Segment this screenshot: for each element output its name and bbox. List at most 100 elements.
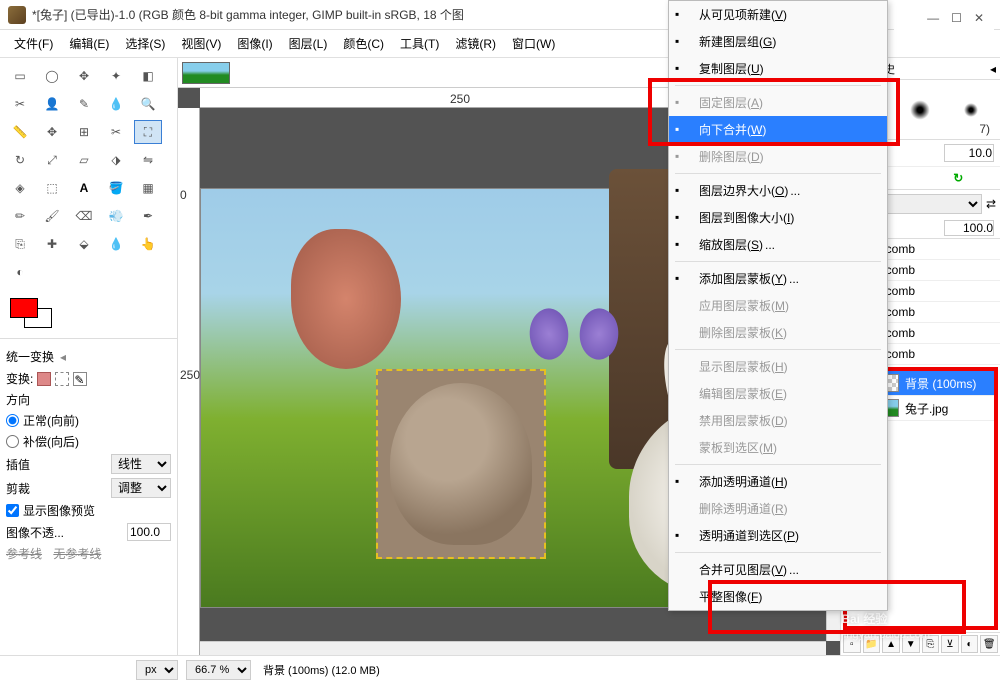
bucket-fill-tool[interactable]: 🪣 — [102, 176, 130, 200]
interpolation-select[interactable]: 线性 — [111, 454, 171, 474]
unified-transform-tool[interactable]: ⛶ — [134, 120, 162, 144]
layer-name: 背景 (100ms) — [905, 375, 976, 392]
gradient-tool[interactable]: ▦ — [134, 176, 162, 200]
rect-select-tool[interactable]: ▭ — [6, 64, 34, 88]
maximize-button[interactable]: ☐ — [951, 11, 962, 25]
context-menu-item[interactable]: ▪添加图层蒙板(Y)... — [669, 265, 887, 292]
menu-file[interactable]: 文件(F) — [8, 31, 59, 56]
minimize-button[interactable]: — — [927, 11, 939, 25]
paintbrush-tool[interactable]: 🖌 — [38, 204, 66, 228]
blur-tool[interactable]: 💧 — [102, 232, 130, 256]
context-menu-item[interactable]: ▪复制图层(U) — [669, 55, 887, 82]
airbrush-tool[interactable]: 💨 — [102, 204, 130, 228]
rotate-tool[interactable]: ↻ — [6, 148, 34, 172]
clone-tool[interactable]: ⎘ — [6, 232, 34, 256]
transform-path-icon[interactable]: ✎ — [73, 372, 87, 386]
clipping-select[interactable]: 调整 — [111, 478, 171, 498]
text-tool[interactable]: A — [70, 176, 98, 200]
layer-down-button[interactable]: ▼ — [902, 635, 920, 653]
brush-dot-icon[interactable] — [911, 100, 931, 120]
context-menu-item[interactable]: ▪透明通道到选区(P) — [669, 522, 887, 549]
smudge-tool[interactable]: 👆 — [134, 232, 162, 256]
menu-layer[interactable]: 图层(L) — [283, 31, 334, 56]
zoom-tool[interactable]: 🔍 — [134, 92, 162, 116]
menu-view[interactable]: 视图(V) — [175, 31, 227, 56]
context-menu-item[interactable]: ▪图层到图像大小(I) — [669, 204, 887, 231]
perspective-clone-tool[interactable]: ⬙ — [70, 232, 98, 256]
color-picker-tool[interactable]: 💧 — [102, 92, 130, 116]
perspective-tool[interactable]: ⬗ — [102, 148, 130, 172]
crop-tool[interactable]: ✂ — [102, 120, 130, 144]
menu-select[interactable]: 选择(S) — [119, 31, 171, 56]
transform-sel-icon[interactable] — [55, 372, 69, 386]
alpha-icon: ▪ — [675, 474, 691, 490]
layer-opacity-field[interactable] — [944, 220, 994, 236]
menu-edit[interactable]: 编辑(E) — [63, 31, 115, 56]
context-menu-item[interactable]: ▪图层边界大小(O)... — [669, 177, 887, 204]
image-opacity-field[interactable] — [127, 523, 171, 541]
menu-separator — [675, 261, 881, 262]
menu-colors[interactable]: 颜色(C) — [337, 31, 390, 56]
context-menu-item[interactable]: ▪添加透明通道(H) — [669, 468, 887, 495]
zoom-select[interactable]: 66.7 % — [186, 660, 251, 680]
foreground-color[interactable] — [10, 298, 38, 318]
close-button[interactable]: ✕ — [974, 11, 984, 25]
move-tool[interactable]: ✥ — [38, 120, 66, 144]
new-layer-button[interactable]: ▫ — [843, 635, 861, 653]
merge-down-button[interactable]: ⊻ — [941, 635, 959, 653]
scissors-tool[interactable]: ✂ — [6, 92, 34, 116]
warp-tool[interactable]: ⬚ — [38, 176, 66, 200]
align-tool[interactable]: ⊞ — [70, 120, 98, 144]
pencil-tool[interactable]: ✏ — [6, 204, 34, 228]
image-tab-thumb[interactable] — [182, 62, 230, 84]
menu-image[interactable]: 图像(I) — [231, 31, 278, 56]
cage-tool[interactable]: ◈ — [6, 176, 34, 200]
brush-size-field[interactable] — [944, 144, 994, 162]
transform-layer-icon[interactable] — [37, 372, 51, 386]
context-menu-item[interactable]: ▪缩放图层(S)... — [669, 231, 887, 258]
refresh-icon[interactable]: ↻ — [953, 171, 963, 185]
direction-normal-radio[interactable] — [6, 414, 19, 427]
ellipse-select-tool[interactable]: ◯ — [38, 64, 66, 88]
duplicate-layer-button[interactable]: ⎘ — [922, 635, 940, 653]
scale-tool[interactable]: ⤢ — [38, 148, 66, 172]
direction-corrective-radio[interactable] — [6, 435, 19, 448]
mode-switch-icon[interactable]: ⇄ — [986, 197, 996, 211]
panel-menu-icon[interactable]: ◂ — [60, 350, 66, 364]
eraser-tool[interactable]: ⌫ — [70, 204, 98, 228]
layer-buttons: ▫ 📁 ▲ ▼ ⎘ ⊻ ◐ 🗑 — [841, 632, 1000, 655]
menu-tools[interactable]: 工具(T) — [394, 31, 445, 56]
context-menu-item[interactable]: 平整图像(F) — [669, 583, 887, 610]
show-preview-checkbox[interactable] — [6, 504, 19, 517]
mask-button[interactable]: ◐ — [961, 635, 979, 653]
menu-filters[interactable]: 滤镜(R) — [449, 31, 502, 56]
new-group-button[interactable]: 📁 — [863, 635, 881, 653]
flip-tool[interactable]: ⇋ — [134, 148, 162, 172]
paths-tool[interactable]: ✎ — [70, 92, 98, 116]
context-menu-item[interactable]: ▪从可见项新建(V) — [669, 1, 887, 28]
foreground-select-tool[interactable]: 👤 — [38, 92, 66, 116]
unit-select[interactable]: px — [136, 660, 178, 680]
delete-layer-button[interactable]: 🗑 — [980, 635, 998, 653]
measure-tool[interactable]: 📏 — [6, 120, 34, 144]
layer-up-button[interactable]: ▲ — [882, 635, 900, 653]
color-swatches[interactable] — [0, 294, 177, 338]
context-menu-item[interactable]: ▪新建图层组(G) — [669, 28, 887, 55]
dock-menu-icon[interactable]: ◂ — [990, 62, 996, 76]
context-menu-item: 编辑图层蒙板(E) — [669, 380, 887, 407]
free-select-tool[interactable]: ✥ — [70, 64, 98, 88]
by-color-select-tool[interactable]: ◧ — [134, 64, 162, 88]
ink-tool[interactable]: ✒ — [134, 204, 162, 228]
vertical-ruler[interactable]: 0 250 — [178, 108, 200, 655]
brush-dot-icon[interactable] — [964, 103, 978, 117]
shear-tool[interactable]: ▱ — [70, 148, 98, 172]
guides-value: 无参考线 — [53, 545, 101, 562]
menu-windows[interactable]: 窗口(W) — [506, 31, 561, 56]
heal-tool[interactable]: ✚ — [38, 232, 66, 256]
context-menu-item[interactable]: 合并可见图层(V)... — [669, 556, 887, 583]
context-menu-item[interactable]: ▪向下合并(W) — [669, 116, 887, 143]
dodge-burn-tool[interactable]: ◐ — [6, 260, 34, 284]
floating-selection[interactable] — [376, 369, 546, 559]
fuzzy-select-tool[interactable]: ✦ — [102, 64, 130, 88]
horizontal-scrollbar[interactable] — [200, 641, 826, 655]
